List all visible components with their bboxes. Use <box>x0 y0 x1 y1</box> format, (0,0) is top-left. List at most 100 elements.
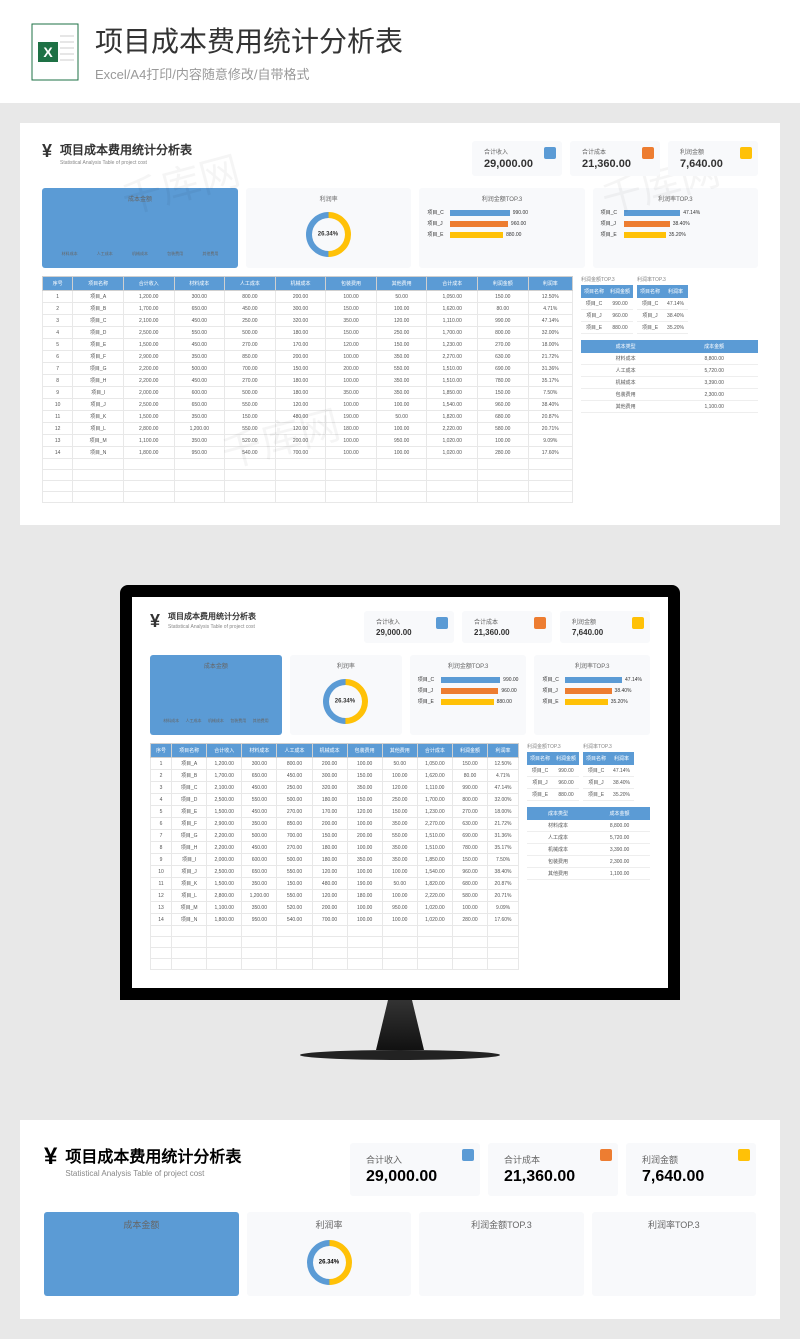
side-row: 材料成本8,800.00 <box>581 353 758 365</box>
kpi-label: 合计收入 <box>484 147 550 156</box>
table-row: 11项目_K1,500.00350.00150.00480.00190.0050… <box>43 411 573 423</box>
page-header: X 项目成本费用统计分析表 Excel/A4打印/内容随意修改/自带格式 <box>0 0 800 103</box>
top3-row: 项目_J 960.00 <box>427 220 576 227</box>
table-row: 9项目_I2,000.00600.00500.00180.00350.00350… <box>151 854 519 866</box>
side-table: 项目名称利润率 项目_C47.14%项目_J38.40%项目_E35.20% <box>583 752 634 801</box>
yen-icon: ¥ <box>42 141 52 162</box>
table-row: 8项目_H2,200.00450.00270.00180.00100.00350… <box>43 375 573 387</box>
table-header: 包装费用 <box>347 744 382 758</box>
bar-item: 其他费用 <box>253 711 269 724</box>
kpi-icon <box>740 147 752 159</box>
top3-amount-box: 利润金额TOP.3 <box>419 1212 583 1296</box>
bar-item: 包装费用 <box>230 706 246 724</box>
kpi-value: 29,000.00 <box>484 158 550 170</box>
top3-amount-title: 利润金额TOP.3 <box>425 1218 577 1231</box>
charts-row: 成本金额 材料成本 人工成本 机械成本 包装费用 其他费用 利润率 26.34%… <box>138 651 662 739</box>
table-header: 材料成本 <box>242 744 277 758</box>
side-table: 成本类型成本金额 材料成本8,800.00人工成本5,720.00机械成本3,3… <box>527 807 650 880</box>
table-row: 3项目_C2,100.00450.00250.00320.00350.00120… <box>43 315 573 327</box>
kpi-card-2: 利润金额 7,640.00 <box>668 141 758 176</box>
table-row: 10项目_J2,500.00650.00550.00120.00100.0010… <box>43 399 573 411</box>
bar-item: 材料成本 <box>163 676 179 724</box>
top3-row: 项目_J 38.40% <box>601 220 750 227</box>
main-table-area: 序号项目名称合计收入材料成本人工成本机械成本包装费用其他费用合计成本利润金额利润… <box>42 276 573 503</box>
kpi-value: 7,640.00 <box>572 628 638 637</box>
kpi-label: 合计收入 <box>366 1153 464 1166</box>
kpi-card-0: 合计收入 29,000.00 <box>364 611 454 643</box>
table-header: 项目名称 <box>73 277 124 291</box>
kpi-value: 7,640.00 <box>680 158 746 170</box>
kpi-label: 合计成本 <box>504 1153 602 1166</box>
bar-item: 材料成本 <box>62 209 78 257</box>
kpi-label: 合计成本 <box>582 147 648 156</box>
table-row: 12项目_L2,800.001,200.00550.00120.00180.00… <box>43 423 573 435</box>
table-header: 利润率 <box>488 744 519 758</box>
side-row: 项目_J960.00 <box>527 777 579 789</box>
doc-title: 项目成本费用统计分析表 <box>168 611 256 622</box>
table-row: 10项目_J2,500.00650.00550.00120.00100.0010… <box>151 866 519 878</box>
monitor-screen: ¥ 项目成本费用统计分析表 Statistical Analysis Table… <box>120 585 680 1000</box>
doc-title: 项目成本费用统计分析表 <box>65 1143 241 1167</box>
table-header: 合计成本 <box>427 277 478 291</box>
table-row-empty <box>151 926 519 937</box>
table-row: 9项目_I2,000.00600.00500.00180.00350.00350… <box>43 387 573 399</box>
side-row: 项目_J38.40% <box>637 310 688 322</box>
kpi-icon <box>642 147 654 159</box>
bar-chart-title: 成本金额 <box>50 1218 233 1231</box>
table-row: 3项目_C2,100.00450.00250.00320.00350.00120… <box>151 782 519 794</box>
kpi-icon <box>462 1149 474 1161</box>
table-row: 1项目_A1,200.00300.00800.00200.00100.0050.… <box>43 291 573 303</box>
kpi-card-2: 利润金额 7,640.00 <box>560 611 650 643</box>
top3-row: 项目_E 880.00 <box>418 698 519 705</box>
kpi-icon <box>436 617 448 629</box>
bar-chart: 成本金额 材料成本 人工成本 机械成本 包装费用 其他费用 <box>42 188 238 268</box>
kpi-value: 21,360.00 <box>582 158 648 170</box>
side-row: 项目_C990.00 <box>527 765 579 777</box>
kpi-value: 21,360.00 <box>474 628 540 637</box>
top3-rate-box: 利润率TOP.3 <box>592 1212 756 1296</box>
table-header: 机械成本 <box>312 744 347 758</box>
kpi-value: 7,640.00 <box>642 1168 740 1186</box>
table-row-empty <box>151 959 519 970</box>
side-row: 其他费用1,100.00 <box>527 868 650 880</box>
side-table: 成本类型成本金额 材料成本8,800.00人工成本5,720.00机械成本3,3… <box>581 340 758 413</box>
kpi-icon <box>534 617 546 629</box>
header-text: 项目成本费用统计分析表 Excel/A4打印/内容随意修改/自带格式 <box>95 20 403 83</box>
table-header: 序号 <box>151 744 172 758</box>
table-header: 其他费用 <box>382 744 417 758</box>
top3-row: 项目_E 880.00 <box>427 231 576 238</box>
table-header: 利润金额 <box>452 744 487 758</box>
doc-subtitle: Statistical Analysis Table of project co… <box>60 160 192 166</box>
table-row-empty <box>151 948 519 959</box>
template-preview-cropped: ¥ 项目成本费用统计分析表 Statistical Analysis Table… <box>20 1120 780 1319</box>
table-header: 其他费用 <box>376 277 427 291</box>
excel-icon: X <box>30 22 80 82</box>
kpi-value: 21,360.00 <box>504 1168 602 1186</box>
side-panel: 利润金额TOP.3 项目名称利润金额 项目_C990.00项目_J960.00项… <box>527 743 650 970</box>
side-row: 机械成本3,390.00 <box>527 844 650 856</box>
side-table: 项目名称利润率 项目_C47.14%项目_J38.40%项目_E35.20% <box>637 285 688 334</box>
side-row: 项目_J38.40% <box>583 777 634 789</box>
monitor-base <box>300 1050 500 1060</box>
kpi-card-0: 合计收入 29,000.00 <box>350 1143 480 1196</box>
top3-rate-title: 利润率TOP.3 <box>598 1218 750 1231</box>
side-row: 项目_J960.00 <box>581 310 633 322</box>
donut-chart-box: 利润率 26.34% <box>247 1212 411 1296</box>
kpi-card-0: 合计收入 29,000.00 <box>472 141 562 176</box>
kpi-label: 利润金额 <box>572 617 638 626</box>
table-row: 8项目_H2,200.00450.00270.00180.00100.00350… <box>151 842 519 854</box>
table-row: 14项目_N1,800.00950.00540.00700.00100.0010… <box>151 914 519 926</box>
kpi-card-1: 合计成本 21,360.00 <box>488 1143 618 1196</box>
side-row: 其他费用1,100.00 <box>581 401 758 413</box>
side-table-block: 成本类型成本金额 材料成本8,800.00人工成本5,720.00机械成本3,3… <box>527 807 650 880</box>
side-row: 项目_E880.00 <box>527 789 579 801</box>
kpi-card-2: 利润金额 7,640.00 <box>626 1143 756 1196</box>
side-table: 项目名称利润金额 项目_C990.00项目_J960.00项目_E880.00 <box>581 285 633 334</box>
table-row: 6项目_F2,900.00350.00850.00200.00100.00350… <box>43 351 573 363</box>
side-table: 项目名称利润金额 项目_C990.00项目_J960.00项目_E880.00 <box>527 752 579 801</box>
kpi-icon <box>544 147 556 159</box>
table-row: 2项目_B1,700.00650.00450.00300.00150.00100… <box>151 770 519 782</box>
top3-chart-3: 利润率TOP.3 项目_C 47.14% 项目_J 38.40% 项目_E 35… <box>593 188 758 268</box>
donut: 26.34% <box>297 203 361 267</box>
table-header: 机械成本 <box>275 277 326 291</box>
